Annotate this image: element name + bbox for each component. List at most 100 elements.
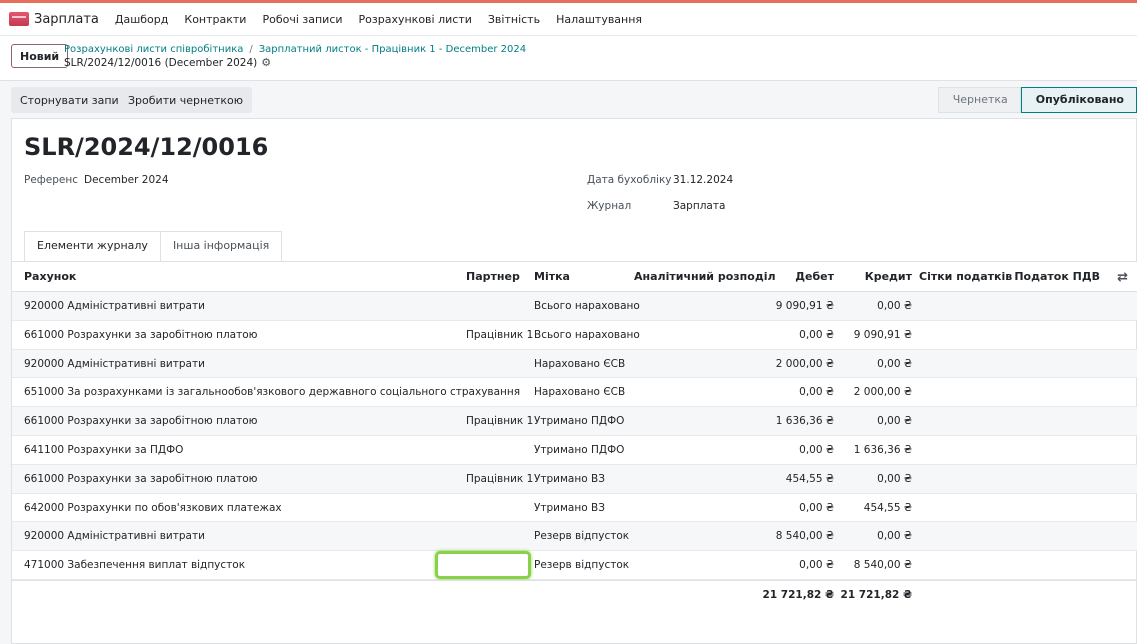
new-button[interactable]: Новий [11,44,69,68]
breadcrumb-separator: / [249,44,253,55]
table-row[interactable]: 651000 За розрахунками із загальнообов'я… [12,378,1137,408]
cell-credit[interactable]: 0,00 ₴ [832,465,912,493]
cell-account[interactable]: 641100 Розрахунки за ПДФО [24,436,464,464]
journal-label: Журнал [587,200,632,212]
cell-account[interactable]: 471000 Забезпечення виплат відпусток [24,551,464,579]
col-partner[interactable]: Партнер [466,262,520,292]
nav-payslips[interactable]: Розрахункові листи [359,13,472,26]
record-name-text: SLR/2024/12/0016 (December 2024) [64,56,258,69]
form-sheet: SLR/2024/12/0016 Референс December 2024 … [11,118,1137,644]
cell-credit[interactable]: 8 540,00 ₴ [832,551,912,579]
cell-debit[interactable]: 9 090,91 ₴ [752,292,834,320]
cell-account[interactable]: 661000 Розрахунки за заробітною платою [24,465,464,493]
cell-debit[interactable]: 0,00 ₴ [752,321,834,349]
accounting-date-value[interactable]: 31.12.2024 [673,174,733,186]
cell-account[interactable]: 920000 Адміністративні витрати [24,292,464,320]
status-bar: Чернетка Опубліковано [937,87,1137,113]
status-posted[interactable]: Опубліковано [1020,87,1137,113]
cell-account[interactable]: 920000 Адміністративні витрати [24,522,464,550]
cell-label[interactable]: Нараховано ЄСВ [534,378,634,406]
action-bar: Сторнувати запис Зробити чернеткою Черне… [0,81,1137,118]
record-name: SLR/2024/12/0016 (December 2024) ⚙ [64,56,271,69]
col-label[interactable]: Мітка [534,262,570,292]
cell-partner[interactable] [466,350,532,378]
table-row[interactable]: 920000 Адміністративні витрати Всього нар… [12,292,1137,321]
cell-account[interactable]: 642000 Розрахунки по обов'язкових платеж… [24,494,464,522]
cell-label[interactable]: Всього нараховано [534,292,640,320]
status-draft[interactable]: Чернетка [937,87,1021,113]
table-header: Рахунок Партнер Мітка Аналітичний розпод… [12,261,1137,292]
col-analytic[interactable]: Аналітичний розподіл [634,262,776,292]
journal-value[interactable]: Зарплата [673,200,725,212]
cell-partner[interactable] [466,494,532,522]
table-row[interactable]: 471000 Забезпечення виплат відпусток Резе… [12,551,1137,580]
cell-account[interactable]: 661000 Розрахунки за заробітною платою [24,407,464,435]
cell-partner[interactable] [466,522,532,550]
breadcrumb: Розрахункові листи співробітника / Зарпл… [64,44,526,55]
col-tax[interactable]: Податок ПДВ [1012,262,1100,292]
cell-credit[interactable]: 0,00 ₴ [832,350,912,378]
cell-debit[interactable]: 0,00 ₴ [752,378,834,406]
cell-debit[interactable]: 454,55 ₴ [752,465,834,493]
col-account[interactable]: Рахунок [24,262,76,292]
cell-label[interactable]: Утримано ПДФО [534,407,634,435]
cell-label[interactable]: Утримано ВЗ [534,465,634,493]
table-row[interactable]: 661000 Розрахунки за заробітною платою Пр… [12,407,1137,436]
cell-partner[interactable]: Працівник 1 [466,465,533,493]
nav-work-entries[interactable]: Робочі записи [262,13,342,26]
col-tax-grids[interactable]: Сітки податків [919,262,1012,292]
cell-partner[interactable]: Працівник 1 [466,407,533,435]
column-options-icon[interactable]: ⇄ [1117,270,1128,285]
nav-reporting[interactable]: Звітність [488,13,540,26]
app-name[interactable]: Зарплата [34,12,99,27]
nav-contracts[interactable]: Контракти [184,13,246,26]
table-row[interactable]: 661000 Розрахунки за заробітною платою Пр… [12,464,1137,494]
table-row[interactable]: 642000 Розрахунки по обов'язкових платеж… [12,494,1137,523]
table-row[interactable]: 920000 Адміністративні витрати Резерв від… [12,522,1137,552]
table-row[interactable]: 920000 Адміністративні витрати Нараховано… [12,349,1137,379]
col-debit[interactable]: Дебет [772,262,834,292]
cell-account[interactable]: 661000 Розрахунки за заробітною платою [24,321,464,349]
cell-account[interactable]: 920000 Адміністративні витрати [24,350,464,378]
reverse-entry-button[interactable]: Сторнувати запис [11,87,134,113]
cell-label[interactable]: Утримано ПДФО [534,436,634,464]
cell-label[interactable]: Всього нараховано [534,321,640,349]
gear-icon[interactable]: ⚙ [261,56,271,69]
cell-partner[interactable] [466,378,532,406]
nav-settings[interactable]: Налаштування [556,13,642,26]
cell-label[interactable]: Нараховано ЄСВ [534,350,634,378]
cell-label[interactable]: Резерв відпусток [534,522,634,550]
cell-credit[interactable]: 0,00 ₴ [832,292,912,320]
payroll-app-icon[interactable] [9,12,29,26]
cell-partner[interactable] [466,436,532,464]
cell-debit[interactable]: 0,00 ₴ [752,436,834,464]
reset-to-draft-button[interactable]: Зробити чернеткою [119,87,253,113]
cell-debit[interactable]: 0,00 ₴ [752,494,834,522]
cell-credit[interactable]: 2 000,00 ₴ [832,378,912,406]
journal-items-table: Рахунок Партнер Мітка Аналітичний розпод… [12,261,1137,608]
cell-credit[interactable]: 0,00 ₴ [832,522,912,550]
breadcrumb-item-employee-payslips[interactable]: Розрахункові листи співробітника [64,44,243,55]
cell-credit[interactable]: 1 636,36 ₴ [832,436,912,464]
cell-partner[interactable]: Працівник 1 [466,321,533,349]
cell-credit[interactable]: 454,55 ₴ [832,494,912,522]
tab-journal-items[interactable]: Елементи журналу [24,231,161,261]
nav-dashboard[interactable]: Дашборд [115,13,169,26]
cell-label[interactable]: Утримано ВЗ [534,494,634,522]
table-row[interactable]: 641100 Розрахунки за ПДФО Утримано ПДФО 0,… [12,436,1137,465]
cell-debit[interactable]: 1 636,36 ₴ [752,407,834,435]
reference-value[interactable]: December 2024 [84,174,169,186]
cell-debit[interactable]: 2 000,00 ₴ [752,350,834,378]
cell-credit[interactable]: 0,00 ₴ [832,407,912,435]
cell-label[interactable]: Резерв відпусток [534,551,634,579]
table-row[interactable]: 661000 Розрахунки за заробітною платою Пр… [12,321,1137,350]
tab-other-info[interactable]: Інша інформація [160,231,283,261]
cell-credit[interactable]: 9 090,91 ₴ [832,321,912,349]
cell-account[interactable]: 651000 За розрахунками із загальнообов'я… [24,378,520,406]
cell-partner[interactable] [466,292,532,320]
cell-debit[interactable]: 8 540,00 ₴ [752,522,834,550]
partner-field-highlight[interactable] [435,551,531,580]
breadcrumb-item-payslip[interactable]: Зарплатний листок - Працівник 1 - Decemb… [259,44,526,55]
col-credit[interactable]: Кредит [842,262,912,292]
cell-debit[interactable]: 0,00 ₴ [752,551,834,579]
